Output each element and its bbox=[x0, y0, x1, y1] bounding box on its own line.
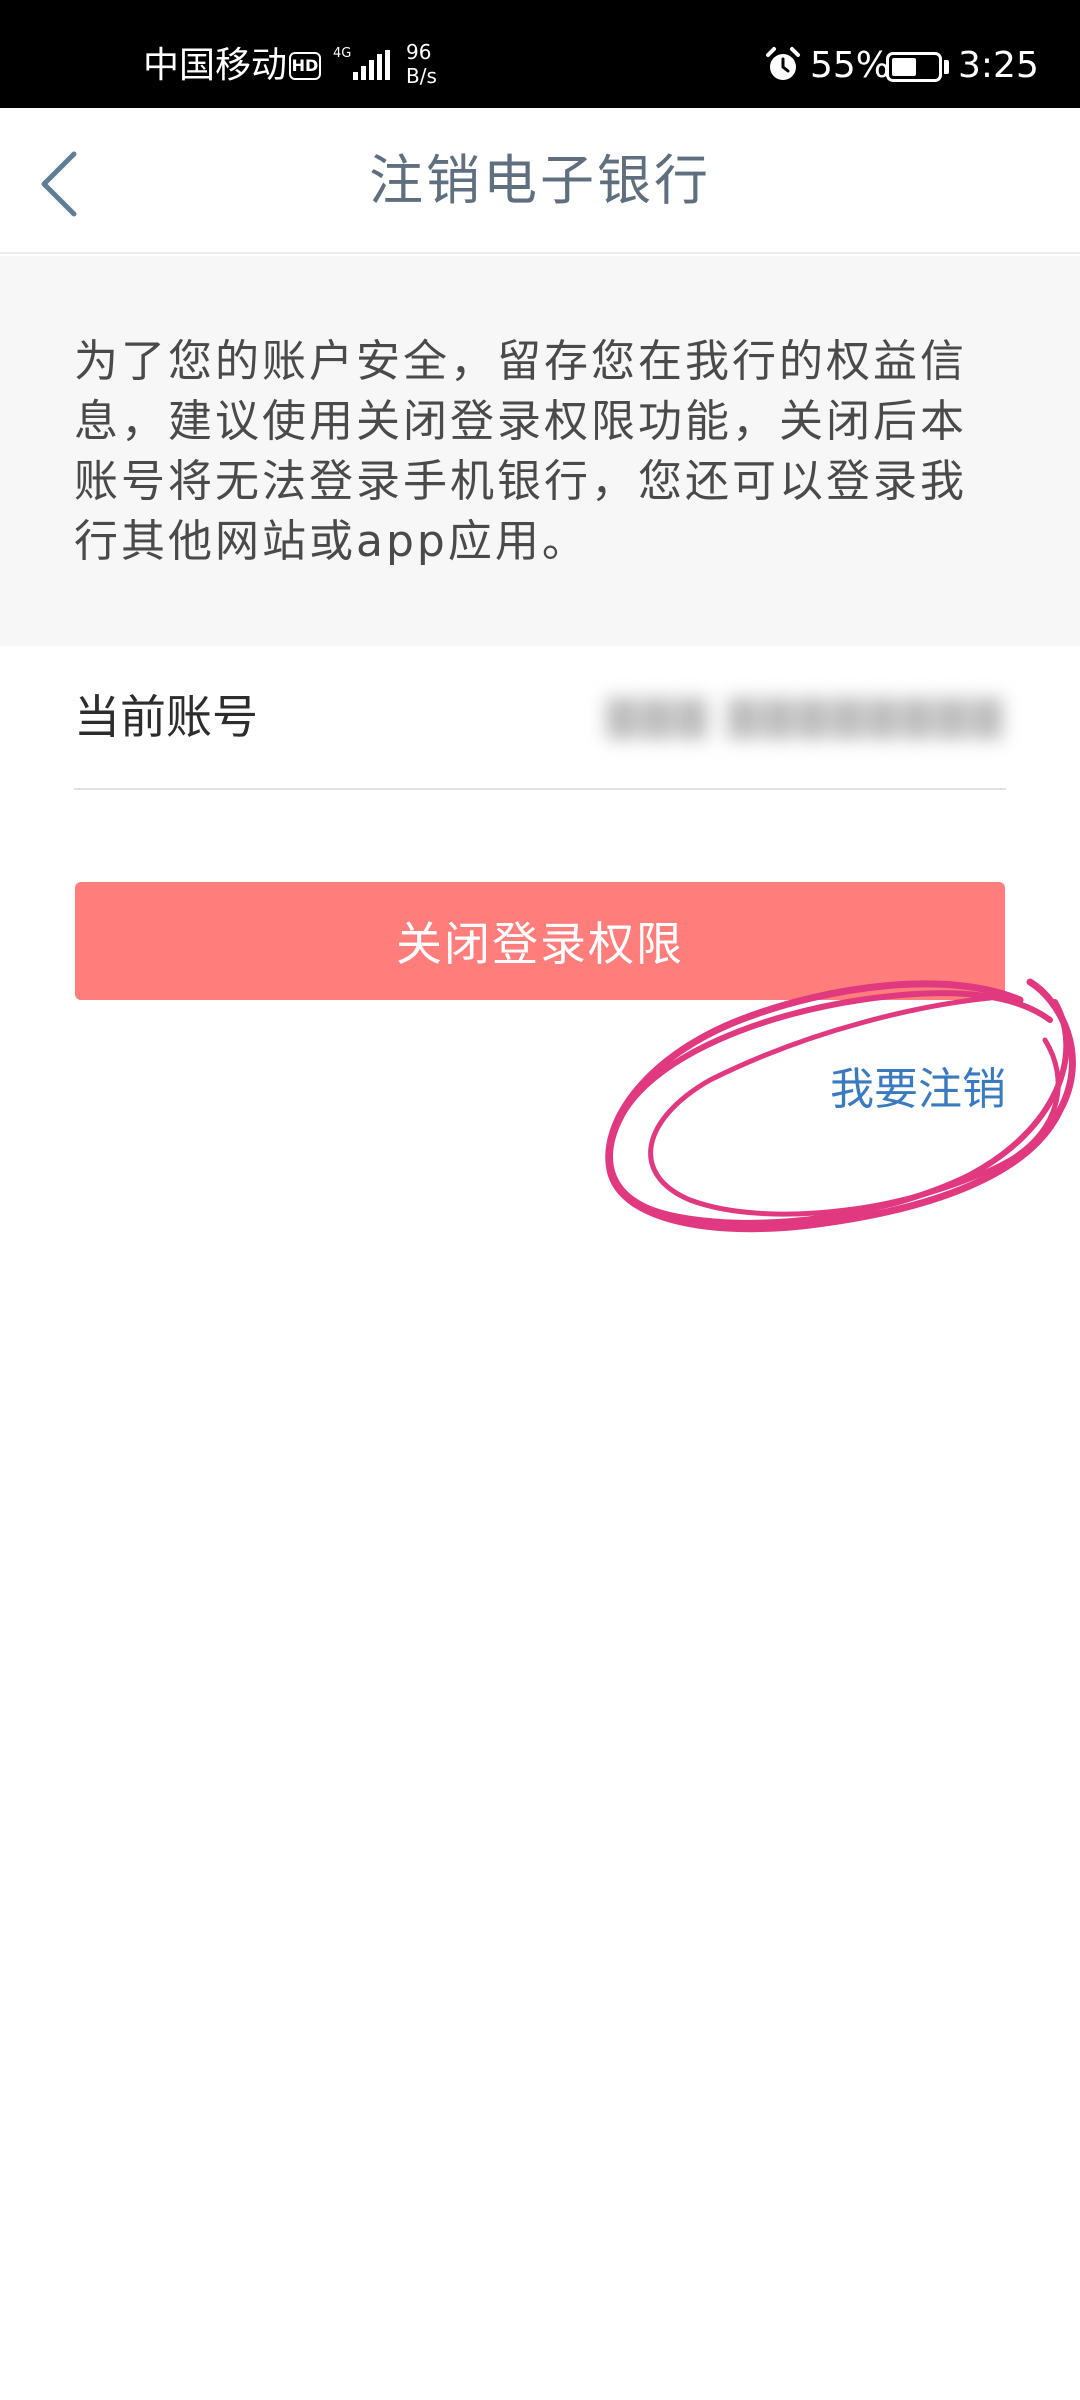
network-speed: 96 B/s bbox=[406, 40, 452, 88]
alarm-clock-icon bbox=[766, 47, 800, 80]
close-login-permission-button[interactable]: 关闭登录权限 bbox=[75, 882, 1005, 1000]
page-title: 注销电子银行 bbox=[369, 149, 711, 212]
current-account-row: 当前账号 ▇▇▇ ▇▇▇▇▇▇▇▇ bbox=[74, 646, 1006, 790]
app-header: 注销电子银行 bbox=[0, 108, 1080, 254]
hand-drawn-circle-annotation bbox=[605, 978, 1076, 1233]
battery-icon bbox=[886, 52, 942, 82]
notice-text: 为了您的账户安全，留存您在我行的权益信息，建议使用关闭登录权限功能，关闭后本账号… bbox=[74, 336, 967, 567]
network-speed-unit: B/s bbox=[406, 64, 437, 88]
clock-time: 3:25 bbox=[958, 45, 1039, 86]
notice-panel: 为了您的账户安全，留存您在我行的权益信息，建议使用关闭登录权限功能，关闭后本账号… bbox=[0, 256, 1080, 646]
battery-level-fill bbox=[892, 58, 916, 76]
battery-tip bbox=[944, 60, 949, 74]
status-bar: 中国移动 HD 4G 96 B/s 55% 3:25 bbox=[0, 0, 1080, 108]
network-speed-value: 96 bbox=[406, 40, 432, 64]
cancel-account-link[interactable]: 我要注销 bbox=[760, 1060, 1006, 1120]
current-account-value-redacted: ▇▇▇ ▇▇▇▇▇▇▇▇ bbox=[606, 693, 1006, 739]
network-type: 4G bbox=[333, 46, 352, 61]
current-account-label: 当前账号 bbox=[74, 690, 258, 744]
cellular-signal-icon bbox=[353, 50, 390, 80]
hd-badge: HD bbox=[289, 52, 321, 80]
carrier-name: 中国移动 bbox=[143, 45, 288, 86]
battery-percent: 55% bbox=[810, 45, 891, 86]
